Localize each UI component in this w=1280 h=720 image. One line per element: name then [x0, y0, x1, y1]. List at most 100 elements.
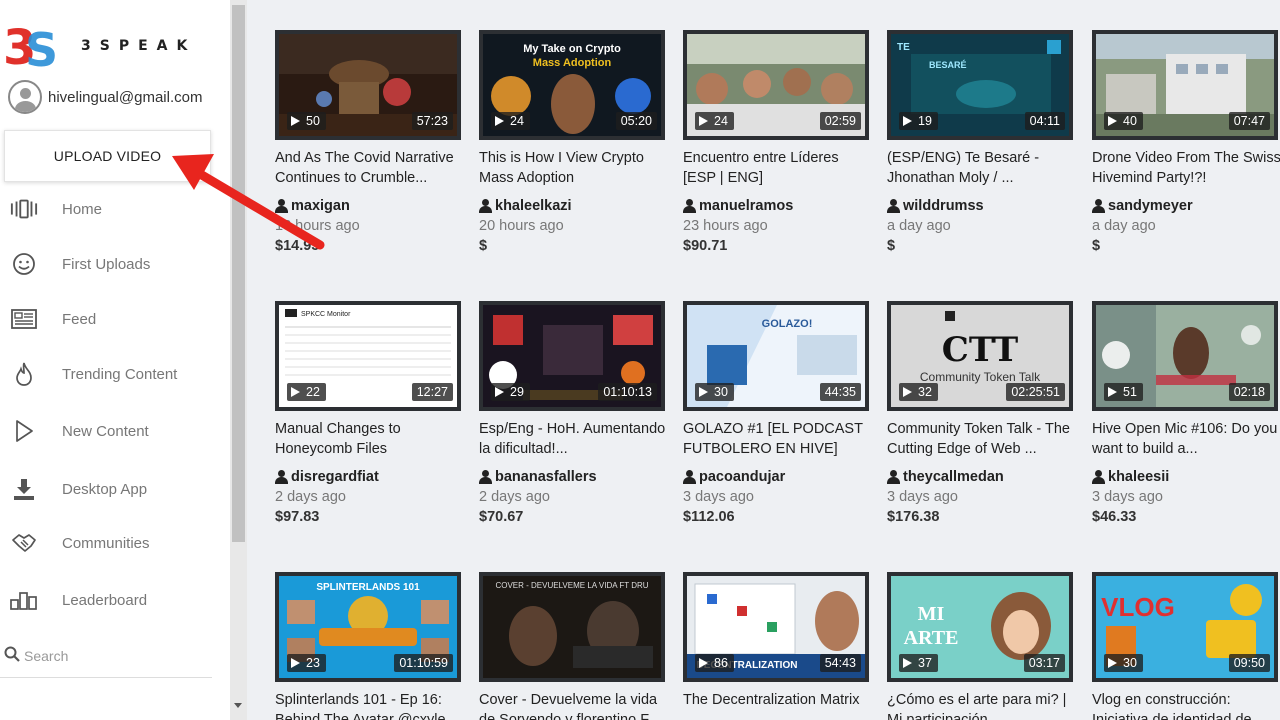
video-author[interactable]: khaleelkazi — [479, 198, 669, 214]
video-card[interactable]: VLOG 30 09:50 Vlog en construcción: Inic… — [1092, 572, 1280, 720]
sidebar-item-home[interactable]: Home — [0, 189, 230, 229]
play-icon — [903, 658, 912, 668]
video-card[interactable]: 29 01:10:13 Esp/Eng - HoH. Aumentando la… — [479, 301, 669, 525]
video-duration: 02:25:51 — [1006, 383, 1065, 401]
sidebar-item-first-uploads[interactable]: First Uploads — [0, 244, 230, 284]
video-author[interactable]: maxigan — [275, 198, 465, 214]
video-thumbnail[interactable]: CTT Community Token Talk 32 02:25:51 — [887, 301, 1073, 411]
video-title[interactable]: (ESP/ENG) Te Besaré - Jhonathan Moly / .… — [887, 148, 1077, 188]
video-title[interactable]: Vlog en construcción: Iniciativa de iden… — [1092, 690, 1280, 720]
video-card[interactable]: SPKCC Monitor 22 12:27 Manual Changes to… — [275, 301, 465, 525]
scroll-down-arrow-icon[interactable] — [234, 703, 242, 708]
video-author[interactable]: theycallmedan — [887, 469, 1077, 485]
video-duration: 12:27 — [411, 383, 453, 401]
sidebar-item-trending[interactable]: Trending Content — [0, 354, 230, 394]
video-thumbnail[interactable]: 51 02:18 — [1092, 301, 1278, 411]
sidebar-item-label: New Content — [62, 422, 149, 440]
video-title[interactable]: Community Token Talk - The Cutting Edge … — [887, 419, 1077, 459]
video-title[interactable]: Drone Video From The Swiss Hivemind Part… — [1092, 148, 1280, 188]
thumbnail-text: My Take on Crypto — [523, 43, 621, 55]
video-payout: $112.06 — [683, 509, 735, 525]
video-thumbnail[interactable]: My Take on Crypto Mass Adoption 24 05:20 — [479, 30, 665, 140]
video-thumbnail[interactable]: GOLAZO! 30 44:35 — [683, 301, 869, 411]
view-count-value: 24 — [510, 114, 524, 128]
video-payout: $90.71 — [683, 238, 728, 254]
video-card[interactable]: 51 02:18 Hive Open Mic #106: Do you want… — [1092, 301, 1280, 525]
search-box — [0, 640, 212, 678]
sidebar-scrollbar[interactable] — [230, 0, 247, 720]
video-card[interactable]: SPLINTERLANDS 101 23 01:10:59 Splinterla… — [275, 572, 465, 720]
play-icon — [903, 116, 912, 126]
video-title[interactable]: Encuentro entre Líderes [ESP | ENG] — [683, 148, 873, 188]
sidebar: 3 S 3SPEAK hivelingual@gmail.com UPLOAD … — [0, 0, 230, 720]
video-thumbnail[interactable]: COVER - DEVUELVEME LA VIDA FT DRU — [479, 572, 665, 682]
video-card[interactable]: CTT Community Token Talk 32 02:25:51 Com… — [887, 301, 1077, 525]
video-thumbnail[interactable]: 40 07:47 — [1092, 30, 1278, 140]
thumbnail-text: SPKCC Monitor — [301, 311, 351, 318]
search-input[interactable] — [24, 644, 204, 668]
video-title[interactable]: This is How I View Crypto Mass Adoption — [479, 148, 669, 188]
video-title[interactable]: Esp/Eng - HoH. Aumentando la dificultad!… — [479, 419, 669, 459]
sidebar-item-label: Trending Content — [62, 365, 178, 383]
video-title[interactable]: Splinterlands 101 - Ep 16: Behind The Av… — [275, 690, 465, 720]
video-title[interactable]: GOLAZO #1 [EL PODCAST FUTBOLERO EN HIVE] — [683, 419, 873, 459]
video-card[interactable]: TE BESARÉ 19 04:11 (ESP/ENG) Te Besaré -… — [887, 30, 1077, 254]
sidebar-item-desktop-app[interactable]: Desktop App — [0, 469, 230, 509]
play-icon — [903, 387, 912, 397]
video-title[interactable]: Hive Open Mic #106: Do you want to build… — [1092, 419, 1280, 459]
video-title[interactable]: Manual Changes to Honeycomb Files — [275, 419, 465, 459]
view-count-value: 51 — [1123, 385, 1137, 399]
video-thumbnail[interactable]: TE BESARÉ 19 04:11 — [887, 30, 1073, 140]
view-count: 50 — [287, 112, 326, 130]
upload-video-button[interactable]: UPLOAD VIDEO — [4, 130, 211, 182]
video-thumbnail[interactable]: 24 02:59 — [683, 30, 869, 140]
view-count-value: 19 — [918, 114, 932, 128]
logo[interactable]: 3 S 3SPEAK — [3, 20, 203, 70]
video-author[interactable]: sandymeyer — [1092, 198, 1280, 214]
video-thumbnail[interactable]: 50 57:23 — [275, 30, 461, 140]
play-icon — [495, 387, 504, 397]
view-count: 86 — [695, 654, 734, 672]
video-card[interactable]: DECENTRALIZATION 86 54:43 The Decentrali… — [683, 572, 873, 720]
video-duration: 03:17 — [1023, 654, 1065, 672]
video-card[interactable]: GOLAZO! 30 44:35 GOLAZO #1 [EL PODCAST F… — [683, 301, 873, 525]
video-thumbnail[interactable]: SPKCC Monitor 22 12:27 — [275, 301, 461, 411]
user-account[interactable]: hivelingual@gmail.com — [8, 80, 202, 114]
video-title[interactable]: ¿Cómo es el arte para mi? | Mi participa… — [887, 690, 1077, 720]
view-count-value: 32 — [918, 385, 932, 399]
video-card[interactable]: 24 02:59 Encuentro entre Líderes [ESP | … — [683, 30, 873, 254]
sidebar-item-new-content[interactable]: New Content — [0, 411, 230, 451]
video-thumbnail[interactable]: 29 01:10:13 — [479, 301, 665, 411]
video-duration: 02:59 — [819, 112, 861, 130]
video-thumbnail[interactable]: MI ARTE 37 03:17 — [887, 572, 1073, 682]
video-duration: 09:50 — [1228, 654, 1270, 672]
video-time: 2 days ago — [479, 489, 550, 505]
user-icon — [479, 470, 492, 484]
video-card[interactable]: 50 57:23 And As The Covid Narrative Cont… — [275, 30, 465, 254]
scrollbar-thumb[interactable] — [232, 5, 245, 542]
thumbnail-text: BESARÉ — [929, 60, 967, 70]
feed-icon — [10, 305, 38, 333]
video-author[interactable]: wilddrumss — [887, 198, 1077, 214]
video-author[interactable]: khaleesii — [1092, 469, 1280, 485]
video-author[interactable]: pacoandujar — [683, 469, 873, 485]
sidebar-item-communities[interactable]: Communities — [0, 523, 230, 563]
sidebar-item-feed[interactable]: Feed — [0, 299, 230, 339]
user-icon — [887, 470, 900, 484]
video-title[interactable]: And As The Covid Narrative Continues to … — [275, 148, 465, 188]
video-thumbnail[interactable]: SPLINTERLANDS 101 23 01:10:59 — [275, 572, 461, 682]
sidebar-item-leaderboard[interactable]: Leaderboard — [0, 580, 230, 620]
video-card[interactable]: My Take on Crypto Mass Adoption 24 05:20… — [479, 30, 669, 254]
video-thumbnail[interactable]: DECENTRALIZATION 86 54:43 — [683, 572, 869, 682]
video-title[interactable]: The Decentralization Matrix — [683, 690, 873, 720]
video-author[interactable]: manuelramos — [683, 198, 873, 214]
thumbnail-text: TE — [897, 42, 910, 53]
video-author[interactable]: bananasfallers — [479, 469, 669, 485]
video-title[interactable]: Cover - Devuelveme la vida de Sorvendo y… — [479, 690, 669, 720]
video-card[interactable]: MI ARTE 37 03:17 ¿Cómo es el arte para m… — [887, 572, 1077, 720]
video-author[interactable]: disregardfiat — [275, 469, 465, 485]
view-count-value: 24 — [714, 114, 728, 128]
video-card[interactable]: 40 07:47 Drone Video From The Swiss Hive… — [1092, 30, 1280, 254]
video-card[interactable]: COVER - DEVUELVEME LA VIDA FT DRU Cover … — [479, 572, 669, 720]
video-thumbnail[interactable]: VLOG 30 09:50 — [1092, 572, 1278, 682]
